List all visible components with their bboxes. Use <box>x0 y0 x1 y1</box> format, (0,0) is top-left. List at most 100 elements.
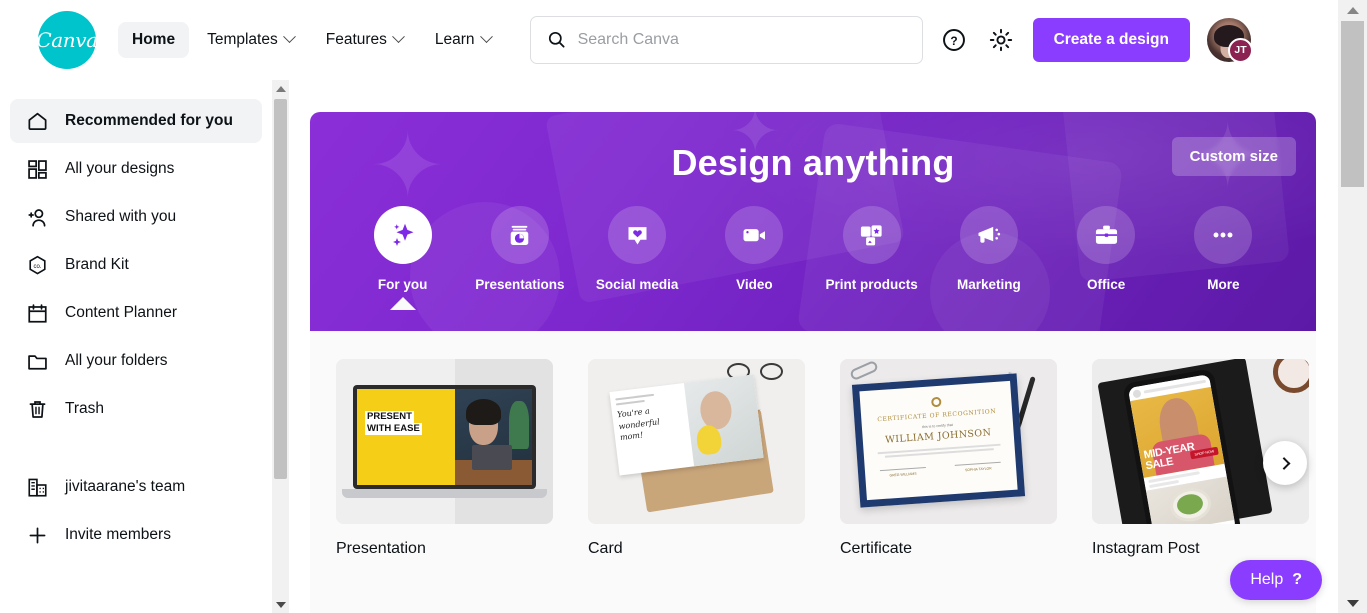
sidebar-item-label: Shared with you <box>65 208 177 225</box>
category-more[interactable]: More <box>1165 206 1282 292</box>
category-label: Office <box>1086 277 1126 292</box>
triangle-up-icon <box>275 85 286 92</box>
sidebar-item-trash[interactable]: Trash <box>10 387 262 431</box>
template-cards-list: PRESENT WITH EASE Presentation You're a … <box>336 359 1316 558</box>
search-icon <box>548 31 565 48</box>
gear-icon[interactable] <box>986 25 1016 55</box>
scroll-down-button[interactable] <box>1338 593 1367 613</box>
sidebar-item-label: jivitaarane's team <box>65 478 186 495</box>
sidebar-item-label: Recommended for you <box>65 112 233 129</box>
presentation-icon <box>490 206 549 264</box>
nav-item-features[interactable]: Features <box>312 22 417 58</box>
canva-logo-icon[interactable]: Canva <box>36 10 98 69</box>
sidebar-item-invite-members[interactable]: Invite members <box>10 513 262 557</box>
hero-banner: ✦ ✦ ✦ Design anything Custom size For yo… <box>310 112 1316 331</box>
sidebar-scroll-down-button[interactable] <box>272 596 289 613</box>
search-bar[interactable] <box>529 15 923 64</box>
trash-icon <box>25 397 49 421</box>
window-scrollbar[interactable] <box>1338 0 1367 613</box>
sidebar-item-brand-kit[interactable]: co. Brand Kit <box>10 243 262 287</box>
carousel-next-button[interactable] <box>1263 441 1307 485</box>
category-label: Marketing <box>956 277 1021 292</box>
category-social-media[interactable]: Social media <box>579 206 696 292</box>
category-for-you[interactable]: For you <box>344 206 461 310</box>
thumb-card-script: You're a wonderful mom! <box>616 406 661 443</box>
sidebar-scrollbar-thumb[interactable] <box>274 99 287 479</box>
scroll-up-button[interactable] <box>1338 0 1367 20</box>
triangle-down-icon <box>275 601 286 608</box>
thumb-cert-sig-left: GREG WILLIAMS <box>889 471 917 478</box>
sidebar-scrollbar[interactable] <box>272 80 289 613</box>
sidebar-divider-gap <box>0 435 272 461</box>
search-input[interactable] <box>577 30 906 49</box>
sidebar-item-label: All your folders <box>65 352 168 369</box>
template-thumbnail: You're a wonderful mom! <box>588 359 805 524</box>
category-label: For you <box>377 277 428 292</box>
video-camera-icon <box>725 206 784 264</box>
help-button[interactable]: Help ? <box>1230 560 1322 600</box>
sidebar-item-label: Brand Kit <box>65 256 129 273</box>
canva-home-page: Canva Home Templates Features Learn Sear… <box>0 0 1367 613</box>
content-panel: ✦ ✦ ✦ Design anything Custom size For yo… <box>310 112 1316 613</box>
thumb-text-line1: PRESENT <box>365 411 414 423</box>
question-circle-icon[interactable]: ? <box>939 25 969 55</box>
folder-icon <box>25 349 49 373</box>
nav-item-templates[interactable]: Templates <box>193 22 308 58</box>
template-cards-area: PRESENT WITH EASE Presentation You're a … <box>310 331 1316 558</box>
template-card-label: Certificate <box>840 540 913 557</box>
sidebar-item-recommended-for-you[interactable]: Recommended for you <box>10 99 262 143</box>
grid-icon <box>25 157 49 181</box>
nav-item-label: Features <box>325 30 387 48</box>
avatar[interactable]: JT <box>1207 17 1253 63</box>
help-button-label: Help <box>1250 571 1284 588</box>
category-office[interactable]: Office <box>1048 206 1165 292</box>
category-print-products[interactable]: Print products <box>813 206 930 292</box>
canva-logo-text: Canva <box>36 27 98 52</box>
sidebar-item-all-your-folders[interactable]: All your folders <box>10 339 262 383</box>
chevron-right-icon <box>1277 456 1290 470</box>
avatar-initials-badge: JT <box>1228 37 1253 63</box>
chevron-down-icon <box>392 30 405 44</box>
heart-bubble-icon <box>608 206 667 264</box>
person-add-icon <box>25 205 49 229</box>
category-presentations[interactable]: Presentations <box>461 206 578 292</box>
sidebar-item-team[interactable]: jivitaarane's team <box>10 465 262 509</box>
category-label: Video <box>736 277 773 292</box>
sidebar-scroll-up-button[interactable] <box>272 80 289 97</box>
category-video[interactable]: Video <box>696 206 813 292</box>
hero-title: Design anything <box>671 142 955 183</box>
sidebar-item-all-your-designs[interactable]: All your designs <box>10 147 262 191</box>
template-thumbnail: CERTIFICATE OF RECOGNITION this is to ce… <box>840 359 1057 524</box>
sidebar-item-content-planner[interactable]: Content Planner <box>10 291 262 335</box>
sidebar-item-label: All your designs <box>65 160 175 177</box>
header-actions: ? Create a design JT <box>939 17 1253 63</box>
top-header: Canva Home Templates Features Learn Sear… <box>0 0 1338 80</box>
plus-icon <box>25 523 49 547</box>
brand-hexagon-icon: co. <box>25 253 49 277</box>
sidebar-item-label: Trash <box>65 400 105 417</box>
building-icon <box>25 475 49 499</box>
sidebar-item-shared-with-you[interactable]: Shared with you <box>10 195 262 239</box>
main-navigation: Home Templates Features Learn <box>118 21 505 58</box>
template-card-certificate[interactable]: CERTIFICATE OF RECOGNITION this is to ce… <box>840 359 1057 558</box>
create-a-design-button[interactable]: Create a design <box>1032 17 1190 62</box>
thumb-cert-sig-right: SOPHIA TAYLOR <box>964 466 992 472</box>
thumb-text-line2: WITH EASE <box>365 422 422 435</box>
nav-item-label: Learn <box>434 30 475 48</box>
category-label: More <box>1207 277 1240 292</box>
main-content: ✦ ✦ ✦ Design anything Custom size For yo… <box>289 80 1338 613</box>
window-scrollbar-thumb[interactable] <box>1341 21 1364 187</box>
chevron-down-icon <box>479 30 493 44</box>
nav-item-learn[interactable]: Learn <box>421 22 505 58</box>
custom-size-button[interactable]: Custom size <box>1171 137 1296 176</box>
category-marketing[interactable]: Marketing <box>930 206 1047 292</box>
active-category-pointer <box>389 297 416 310</box>
svg-text:?: ? <box>950 33 957 47</box>
template-card-presentation[interactable]: PRESENT WITH EASE Presentation <box>336 359 553 558</box>
triangle-up-icon <box>1346 6 1359 14</box>
briefcase-icon <box>1077 206 1136 264</box>
svg-text:co.: co. <box>33 263 41 269</box>
template-card-card[interactable]: You're a wonderful mom! Card <box>588 359 805 558</box>
template-card-label: Card <box>588 540 623 557</box>
nav-item-home[interactable]: Home <box>118 21 190 58</box>
